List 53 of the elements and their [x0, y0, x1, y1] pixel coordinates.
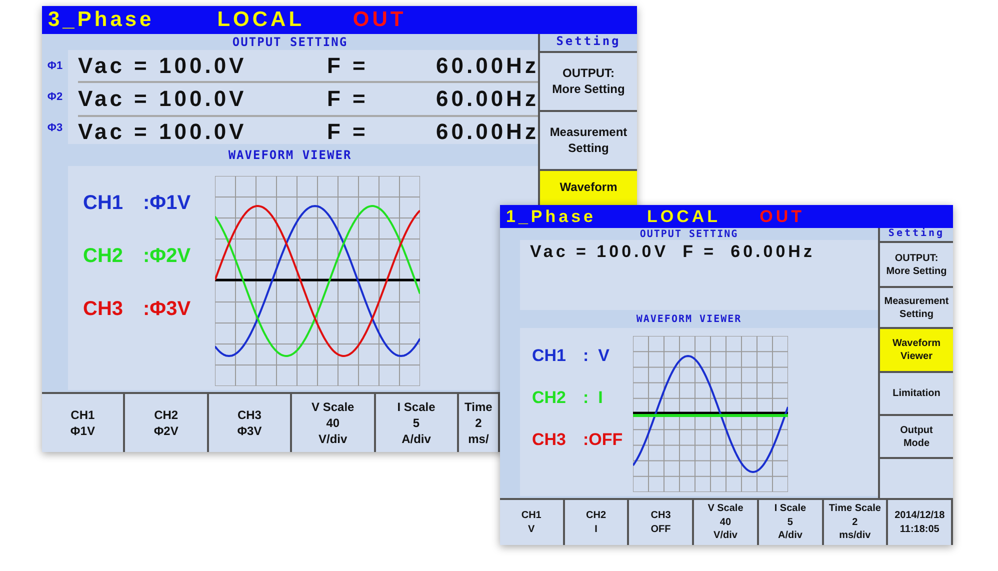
function-softkey[interactable]: V Scale 40 V/div [694, 500, 759, 545]
function-softkey[interactable]: CH3 Φ3V [208, 394, 292, 452]
channel-label: CH2 [83, 245, 124, 268]
function-softkey[interactable]: CH1 Φ1V [42, 394, 126, 452]
menu-softkey[interactable]: Waveform Viewer [880, 329, 953, 373]
voltage-value: Vac = 100.0V [530, 242, 669, 262]
channel-source: :OFF [583, 430, 623, 450]
channel-label: CH3 [83, 298, 124, 321]
output-status: OUT [352, 8, 406, 32]
section-heading: OUTPUT SETTING [231, 34, 349, 50]
channel-source: :Φ2V [143, 245, 191, 268]
frequency-label: F = [682, 242, 717, 262]
channel-label: CH2 [532, 388, 568, 408]
frequency-value: 60.00Hz [436, 86, 539, 112]
channel-label: CH1 [532, 346, 568, 366]
function-softkey[interactable]: V Scale 40 V/div [292, 394, 376, 452]
channel-label: CH1 [83, 192, 124, 215]
function-softkey[interactable]: 2014/12/18 11:18:05 [888, 500, 953, 545]
channel-source: : V [583, 346, 610, 366]
mode-label: 3_Phase [48, 8, 154, 32]
mode-label: 1_Phase [506, 206, 596, 226]
voltage-value: Vac = 100.0V [78, 119, 248, 146]
function-softkey[interactable]: CH2 Φ2V [125, 394, 209, 452]
channel-source: :Φ3V [143, 298, 191, 321]
function-softkey[interactable]: Time Scale 2 ms/div [824, 500, 888, 545]
frequency-label: F = [327, 86, 370, 112]
sidebar-heading: Setting [540, 34, 637, 53]
menu-softkey[interactable]: Waveform [540, 171, 637, 207]
control-status: LOCAL [217, 8, 305, 32]
function-softkey[interactable]: CH2 I [564, 500, 630, 545]
channel-source: : I [583, 388, 603, 408]
frequency-value: 60.00Hz [436, 119, 539, 146]
output-status: OUT [760, 206, 805, 226]
sidebar-heading: Setting [880, 228, 953, 243]
voltage-value: Vac = 100.0V [78, 52, 248, 79]
function-softkey[interactable]: CH3 OFF [629, 500, 694, 545]
phase-label: Φ3 [46, 121, 64, 136]
voltage-value: Vac = 100.0V [78, 86, 248, 112]
frequency-value: 60.00Hz [436, 52, 539, 79]
frequency-value: 60.00Hz [730, 242, 816, 262]
frequency-label: F = [327, 52, 370, 79]
control-status: LOCAL [647, 206, 721, 226]
phase-label: Φ1 [46, 58, 64, 74]
section-heading: OUTPUT SETTING [638, 228, 740, 240]
function-softkey[interactable]: I Scale 5 A/div [758, 500, 824, 545]
phase-label: Φ2 [46, 90, 64, 105]
section-heading: WAVEFORM VIEWER [635, 312, 743, 326]
function-softkey[interactable]: I Scale 5 A/div [376, 394, 459, 452]
section-heading: WAVEFORM VIEWER [227, 147, 353, 164]
channel-source: :Φ1V [143, 192, 191, 215]
channel-label: CH3 [532, 430, 568, 450]
frequency-label: F = [327, 119, 370, 146]
function-softkey[interactable]: CH1 V [500, 500, 565, 545]
